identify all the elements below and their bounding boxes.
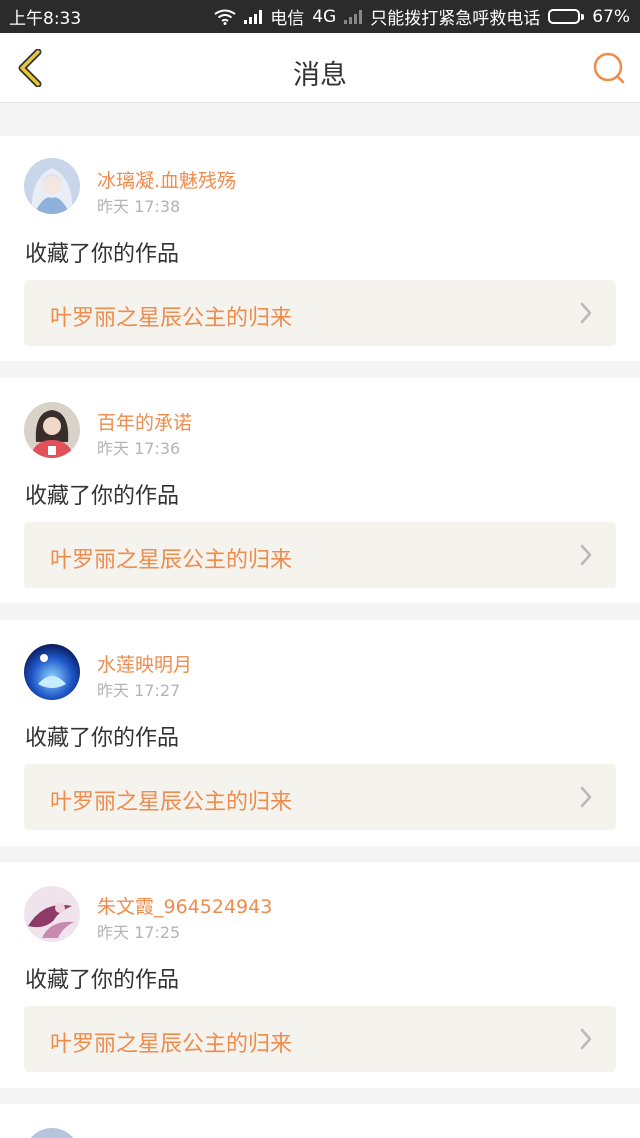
avatar[interactable] — [24, 1128, 80, 1138]
chevron-right-icon — [580, 544, 592, 566]
status-time: 上午8:33 — [9, 9, 82, 29]
avatar[interactable] — [24, 644, 80, 700]
action-text: 收藏了你的作品 — [25, 242, 180, 267]
avatar-image — [24, 158, 80, 214]
message-card-partial — [0, 1104, 640, 1138]
username[interactable]: 百年的承诺 — [97, 408, 192, 435]
work-link[interactable]: 叶罗丽之星辰公主的归来 — [24, 522, 616, 588]
avatar-image — [24, 402, 80, 458]
avatar[interactable] — [24, 402, 80, 458]
message-card: 朱文霞_964524943 昨天 17:25 收藏了你的作品 叶罗丽之星辰公主的… — [0, 862, 640, 1088]
message-card: 水莲映明月 昨天 17:27 收藏了你的作品 叶罗丽之星辰公主的归来 — [0, 620, 640, 846]
work-link[interactable]: 叶罗丽之星辰公主的归来 — [24, 1006, 616, 1072]
carrier-label: 电信 — [270, 9, 305, 29]
avatar-image — [24, 886, 80, 942]
work-title: 叶罗丽之星辰公主的归来 — [50, 790, 293, 815]
work-title: 叶罗丽之星辰公主的归来 — [50, 1032, 293, 1057]
chevron-right-icon — [580, 1028, 592, 1050]
network-label: 4G — [312, 6, 337, 27]
battery-icon — [548, 9, 585, 24]
message-card: 百年的承诺 昨天 17:36 收藏了你的作品 叶罗丽之星辰公主的归来 — [0, 378, 640, 603]
timestamp: 昨天 17:25 — [97, 923, 181, 942]
timestamp: 昨天 17:27 — [97, 681, 181, 700]
work-link[interactable]: 叶罗丽之星辰公主的归来 — [24, 764, 616, 830]
signal-icon — [244, 9, 263, 24]
wifi-icon — [214, 9, 236, 25]
search-button[interactable] — [592, 51, 626, 85]
avatar[interactable] — [24, 886, 80, 942]
emergency-text: 只能拨打紧急呼救电话 — [370, 9, 541, 29]
username[interactable]: 朱文霞_964524943 — [97, 892, 272, 919]
username[interactable]: 冰璃凝.血魅残殇 — [97, 166, 236, 193]
avatar-image — [24, 644, 80, 700]
action-text: 收藏了你的作品 — [25, 726, 180, 751]
status-right: 电信 4G 只能拨打紧急呼救电话 67% — [214, 4, 630, 29]
username[interactable]: 水莲映明月 — [97, 650, 192, 677]
message-card: 冰璃凝.血魅残殇 昨天 17:38 收藏了你的作品 叶罗丽之星辰公主的归来 — [0, 136, 640, 361]
chevron-right-icon — [580, 786, 592, 808]
work-link[interactable]: 叶罗丽之星辰公主的归来 — [24, 280, 616, 346]
page-title: 消息 — [293, 60, 347, 91]
search-icon — [593, 52, 625, 84]
work-title: 叶罗丽之星辰公主的归来 — [50, 306, 293, 331]
chevron-right-icon — [580, 302, 592, 324]
no-signal-icon — [344, 9, 363, 24]
status-bar: 上午8:33 电信 4G 只能拨打紧急呼救电话 67% — [0, 0, 640, 33]
action-text: 收藏了你的作品 — [25, 484, 180, 509]
work-title: 叶罗丽之星辰公主的归来 — [50, 548, 293, 573]
timestamp: 昨天 17:38 — [97, 197, 181, 216]
avatar[interactable] — [24, 158, 80, 214]
battery-percent: 67% — [592, 6, 630, 27]
timestamp: 昨天 17:36 — [97, 439, 181, 458]
action-text: 收藏了你的作品 — [25, 968, 180, 993]
nav-bar: 消息 — [0, 33, 640, 103]
